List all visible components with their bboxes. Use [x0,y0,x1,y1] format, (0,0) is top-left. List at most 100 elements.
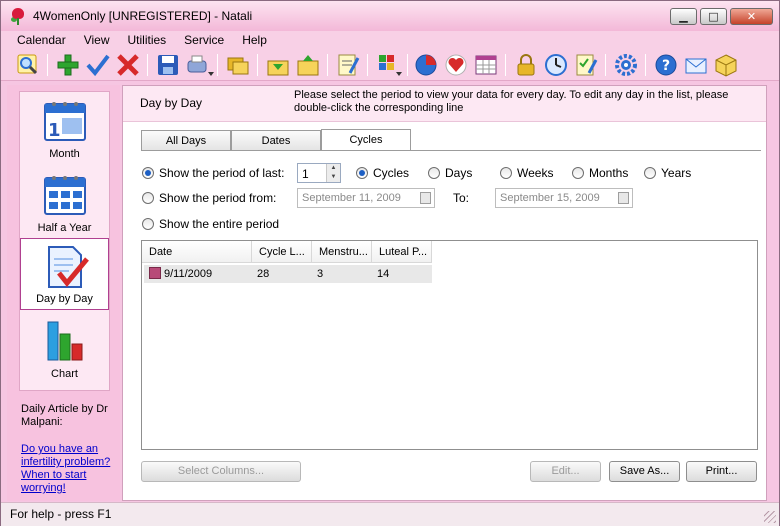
to-label: To: [453,191,470,205]
delete-icon[interactable] [115,52,141,78]
month-calendar-icon: 1 [44,102,86,141]
stepper-up-icon[interactable]: ▲ [327,164,340,173]
menu-utilities[interactable]: Utilities [119,33,176,47]
add-icon[interactable] [55,52,81,78]
unit-weeks-option[interactable]: Weeks [500,163,553,183]
column-menstruation[interactable]: Menstru... [312,241,372,263]
save-icon[interactable] [155,52,181,78]
content-header: Day by Day Please select the period to v… [123,86,766,122]
unit-months-radio[interactable] [572,167,584,179]
period-last-label: Show the period of last: [159,166,285,180]
pie-chart-icon[interactable] [413,52,439,78]
period-tabs: All Days Dates Cycles [141,129,411,151]
title-bar[interactable]: 4WomenOnly [UNREGISTERED] - Natali ▁ □ ✕ [1,1,779,31]
from-date-value: September 11, 2009 [302,192,401,204]
unit-days-radio[interactable] [428,167,440,179]
heart-icon[interactable] [443,52,469,78]
period-entire-option[interactable]: Show the entire period [142,214,279,234]
unit-years-option[interactable]: Years [644,163,691,183]
nav-month-label: Month [49,148,80,160]
nav-chart[interactable]: Chart [20,312,109,384]
unit-months-label: Months [589,166,629,180]
menu-help[interactable]: Help [233,33,276,47]
unit-weeks-radio[interactable] [500,167,512,179]
period-from-option[interactable]: Show the period from: [142,188,276,208]
check-icon[interactable] [85,52,111,78]
unit-cycles-label: Cycles [373,166,410,180]
period-entire-radio[interactable] [142,218,154,230]
nav-day-by-day-label: Day by Day [36,293,93,305]
print-button[interactable]: Print... [686,461,757,482]
svg-text:1: 1 [48,120,61,141]
select-columns-button[interactable]: Select Columns... [141,461,301,482]
from-date-picker[interactable]: September 11, 2009 [297,188,435,208]
nav-half-year-label: Half a Year [37,222,92,234]
edit-button[interactable]: Edit... [530,461,601,482]
save-as-button[interactable]: Save As... [609,461,680,482]
search-icon[interactable] [15,52,41,78]
tab-cycles[interactable]: Cycles [321,129,411,151]
unit-cycles-option[interactable]: Cycles [356,163,409,183]
column-luteal-phase[interactable]: Luteal P... [372,241,432,263]
left-nav-panel: 1 Month Half a Year Day by Day Chart Dai… [7,85,120,501]
maximize-button[interactable]: □ [700,8,727,25]
app-window: 4WomenOnly [UNREGISTERED] - Natali ▁ □ ✕… [0,0,780,526]
menu-bar: Calendar View Utilities Service Help [1,31,779,49]
day-by-day-icon [48,246,89,288]
cell-luteal-phase: 14 [377,268,390,280]
folders-icon[interactable] [225,52,251,78]
unit-cycles-radio[interactable] [356,167,368,179]
calendar-dropdown-icon[interactable] [618,192,629,204]
calendar-dropdown-icon[interactable] [420,192,431,204]
column-date[interactable]: Date [142,241,252,263]
period-last-radio[interactable] [142,167,154,179]
notes-icon[interactable] [335,52,361,78]
mail-icon[interactable] [683,52,709,78]
period-count-stepper[interactable]: 1 ▲ ▼ [297,163,341,183]
gear-icon[interactable] [613,52,639,78]
nav-month[interactable]: 1 Month [20,92,109,164]
help-icon[interactable]: ? [653,52,679,78]
view-selector: 1 Month Half a Year Day by Day Chart [19,91,110,391]
import-icon[interactable] [265,52,291,78]
period-last-option[interactable]: Show the period of last: [142,163,284,183]
period-from-radio[interactable] [142,192,154,204]
lock-icon[interactable] [513,52,539,78]
minimize-button[interactable]: ▁ [670,8,697,25]
checklist-icon[interactable] [573,52,599,78]
menu-service[interactable]: Service [175,33,233,47]
table-header: Date Cycle L... Menstru... Luteal P... [142,241,432,263]
resize-grip-icon[interactable] [764,511,776,523]
tulip-app-icon [9,7,27,25]
tab-all-days[interactable]: All Days [141,130,231,151]
nav-half-year[interactable]: Half a Year [20,166,109,238]
export-icon[interactable] [295,52,321,78]
color-palette-icon[interactable] [375,52,402,78]
nav-day-by-day[interactable]: Day by Day [20,238,109,310]
unit-weeks-label: Weeks [517,166,554,180]
column-cycle-length[interactable]: Cycle L... [252,241,312,263]
menu-calendar[interactable]: Calendar [1,33,75,47]
unit-months-option[interactable]: Months [572,163,628,183]
clock-icon[interactable] [543,52,569,78]
menu-view[interactable]: View [75,33,119,47]
close-button[interactable]: ✕ [730,8,773,25]
period-entire-label: Show the entire period [159,217,280,231]
unit-days-label: Days [445,166,473,180]
svg-text:?: ? [662,58,670,74]
daily-article-link[interactable]: Do you have an infertility problem? When… [21,443,119,495]
print-dropdown-icon[interactable] [185,52,214,78]
day-data-table[interactable]: Date Cycle L... Menstru... Luteal P... 9… [141,240,758,450]
unit-years-radio[interactable] [644,167,656,179]
status-text: For help - press F1 [10,507,112,521]
calendar-grid-icon[interactable] [473,52,499,78]
table-row[interactable]: 9/11/2009 28 3 14 [144,265,432,283]
half-year-calendar-icon [44,176,86,215]
tab-dates[interactable]: Dates [231,130,321,151]
unit-days-option[interactable]: Days [428,163,472,183]
stepper-down-icon[interactable]: ▼ [327,173,340,182]
to-date-picker[interactable]: September 15, 2009 [495,188,633,208]
package-icon[interactable] [713,52,739,78]
cell-date: 9/11/2009 [144,265,252,283]
window-title: 4WomenOnly [UNREGISTERED] - Natali [33,9,253,23]
